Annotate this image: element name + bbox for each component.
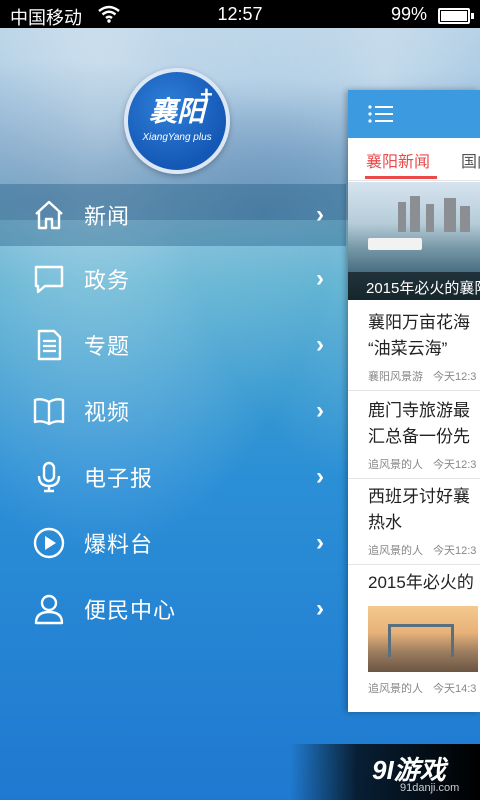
list-item[interactable]: 鹿门寺旅游最 汇总备一份先 追风景的人 今天12:3 — [348, 390, 480, 479]
logo-subtitle: XiangYang plus — [142, 132, 212, 143]
list-item[interactable]: 2015年必火的 追风景的人 今天14:3 — [348, 564, 480, 704]
news-time: 今天12:3 — [433, 545, 477, 557]
news-source: 追风景的人 — [368, 545, 423, 557]
news-tabs: 襄阳新闻 国内 — [348, 138, 480, 181]
news-title-line: 襄阳万亩花海 — [368, 313, 470, 332]
play-icon — [32, 526, 66, 560]
logo-plus: + — [200, 82, 213, 107]
person-icon — [32, 592, 66, 626]
menu-item-label: 视频 — [84, 400, 131, 425]
battery-icon — [438, 8, 474, 24]
hero-caption: 2015年必火的襄阳 — [348, 272, 480, 300]
news-title-line: 鹿门寺旅游最 — [368, 401, 470, 420]
hero-caption-text: 2015年必火的襄阳 — [366, 280, 480, 297]
menu-item-label: 专题 — [84, 334, 131, 359]
chat-bubble-icon — [32, 262, 66, 296]
news-meta: 追风景的人 今天12:3 — [368, 542, 476, 558]
app-logo: 襄阳 + XiangYang plus — [124, 68, 230, 174]
news-title-line: 汇总备一份先 — [368, 427, 470, 446]
menu-list-icon[interactable] — [368, 104, 394, 129]
news-panel-preview[interactable]: 襄阳新闻 国内 2015年必火的襄阳 襄阳万亩花海 “油菜云海” 襄阳风景游今天… — [348, 90, 480, 712]
chevron-right-icon: › — [316, 595, 324, 622]
menu-item-label: 爆料台 — [84, 532, 154, 557]
tab-domestic[interactable]: 国内 — [461, 148, 480, 172]
chevron-right-icon: › — [316, 265, 324, 292]
list-item[interactable]: 襄阳万亩花海 “油菜云海” 襄阳风景游 今天12:3 — [348, 302, 480, 391]
news-title-line: “油菜云海” — [368, 339, 448, 358]
chevron-right-icon: › — [316, 201, 324, 228]
news-title-line: 热水 — [368, 513, 402, 532]
chevron-right-icon: › — [316, 331, 324, 358]
menu-item-government[interactable]: 政务 › — [0, 246, 346, 312]
menu-item-topics[interactable]: 专题 › — [0, 312, 346, 378]
news-source: 襄阳风景游 — [368, 371, 423, 383]
status-bar: 中国移动 12:57 99% — [0, 0, 480, 28]
news-meta: 襄阳风景游 今天12:3 — [368, 368, 476, 384]
document-icon — [32, 328, 66, 362]
panel-top-bar — [348, 90, 480, 138]
news-time: 今天12:3 — [433, 459, 477, 471]
tab-xiangyang-news[interactable]: 襄阳新闻 — [366, 148, 430, 172]
microphone-icon — [32, 460, 66, 494]
watermark: 9Ɩ游戏 91danji.com — [290, 744, 480, 800]
menu-item-label: 便民中心 — [84, 598, 177, 623]
active-tab-indicator — [365, 176, 437, 179]
boat-image — [368, 238, 422, 250]
book-icon — [32, 394, 66, 428]
battery-percent: 99% — [391, 4, 428, 24]
menu-item-news[interactable]: 新闻 › — [0, 184, 346, 246]
menu-item-label: 新闻 — [84, 204, 131, 229]
news-time: 今天12:3 — [433, 371, 477, 383]
home-icon — [32, 198, 66, 232]
menu-item-epaper[interactable]: 电子报 › — [0, 444, 346, 510]
news-title-line: 西班牙讨好襄 — [368, 487, 470, 506]
chevron-right-icon: › — [316, 397, 324, 424]
chevron-right-icon: › — [316, 529, 324, 556]
menu-item-services[interactable]: 便民中心 › — [0, 576, 346, 642]
news-thumbnail — [368, 606, 478, 672]
side-menu: 新闻 › 政务 › 专题 › 视频 › 电子报 › 爆料台 › 便民中心 › — [0, 184, 346, 642]
news-meta: 追风景的人 今天14:3 — [368, 680, 476, 696]
news-title-line: 2015年必火的 — [368, 573, 474, 592]
menu-item-label: 电子报 — [84, 466, 154, 491]
news-source: 追风景的人 — [368, 683, 423, 695]
menu-item-label: 政务 — [84, 268, 131, 293]
menu-item-tipoff[interactable]: 爆料台 › — [0, 510, 346, 576]
hero-image[interactable]: 2015年必火的襄阳 — [348, 182, 480, 300]
watermark-domain: 91danji.com — [400, 782, 460, 794]
menu-item-video[interactable]: 视频 › — [0, 378, 346, 444]
news-time: 今天14:3 — [433, 683, 477, 695]
list-item[interactable]: 西班牙讨好襄 热水 追风景的人 今天12:3 — [348, 478, 480, 565]
news-source: 追风景的人 — [368, 459, 423, 471]
news-meta: 追风景的人 今天12:3 — [368, 456, 476, 472]
chevron-right-icon: › — [316, 463, 324, 490]
